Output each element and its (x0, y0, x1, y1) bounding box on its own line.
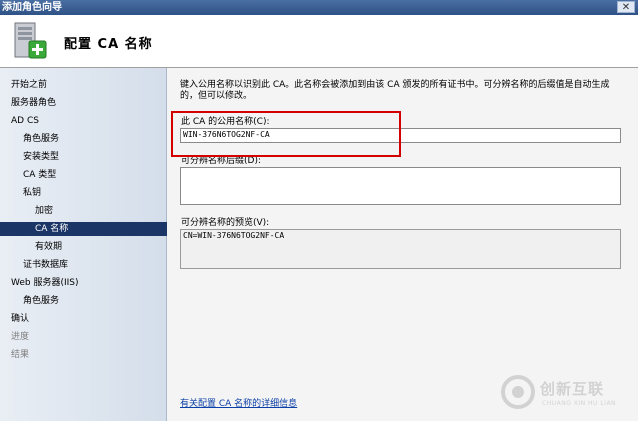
sidebar-item-private-key[interactable]: 私钥 (0, 186, 189, 200)
page-title: 配置 CA 名称 (64, 37, 153, 52)
watermark-subtitle: CHUANG XIN HU LIAN (542, 400, 617, 407)
sidebar-item-ad-cs[interactable]: AD CS (0, 114, 177, 128)
wizard-sidebar: 开始之前 服务器角色 AD CS 角色服务 安装类型 CA 类型 私钥 加密 C… (0, 68, 201, 421)
sidebar-item-certificate-database[interactable]: 证书数据库 (0, 258, 189, 272)
sidebar-item-setup-type[interactable]: 安装类型 (0, 150, 189, 164)
highlight-box (171, 111, 401, 157)
dn-preview-field: CN=WIN-376N6TOG2NF-CA (180, 229, 621, 269)
watermark-name: 创新互联 (540, 380, 605, 398)
sidebar-item-results: 结果 (11, 350, 30, 360)
wizard-header: 配置 CA 名称 (0, 15, 638, 68)
sidebar-item-ca-type[interactable]: CA 类型 (0, 168, 189, 182)
sidebar-item-server-roles[interactable]: 服务器角色 (0, 96, 177, 110)
help-link[interactable]: 有关配置 CA 名称的详细信息 (180, 396, 297, 409)
sidebar-item-web-server-iis[interactable]: Web 服务器(IIS) (0, 276, 177, 290)
server-add-icon (14, 22, 47, 59)
instruction-text: 键入公用名称以识别此 CA。此名称会被添加到由该 CA 颁发的所有证书中。可分辨… (180, 80, 610, 101)
watermark-logo-icon (501, 375, 535, 409)
close-button[interactable]: ✕ (617, 1, 635, 13)
sidebar-item-iis-role-services[interactable]: 角色服务 (0, 294, 189, 308)
dn-suffix-label: 可分辨名称后缀(D): (181, 156, 261, 166)
sidebar-item-before-you-begin[interactable]: 开始之前 (0, 78, 177, 92)
dn-suffix-input[interactable] (180, 167, 621, 205)
sidebar-item-progress: 进度 (11, 332, 30, 342)
sidebar-item-role-services[interactable]: 角色服务 (0, 132, 189, 146)
sidebar-item-confirmation[interactable]: 确认 (0, 312, 177, 326)
watermark: 创新互联 CHUANG XIN HU LIAN (500, 372, 632, 412)
window-titlebar: 添加角色向导 ✕ (0, 0, 638, 15)
dn-preview-label: 可分辨名称的预览(V): (181, 218, 270, 228)
window-title: 添加角色向导 (2, 2, 62, 13)
